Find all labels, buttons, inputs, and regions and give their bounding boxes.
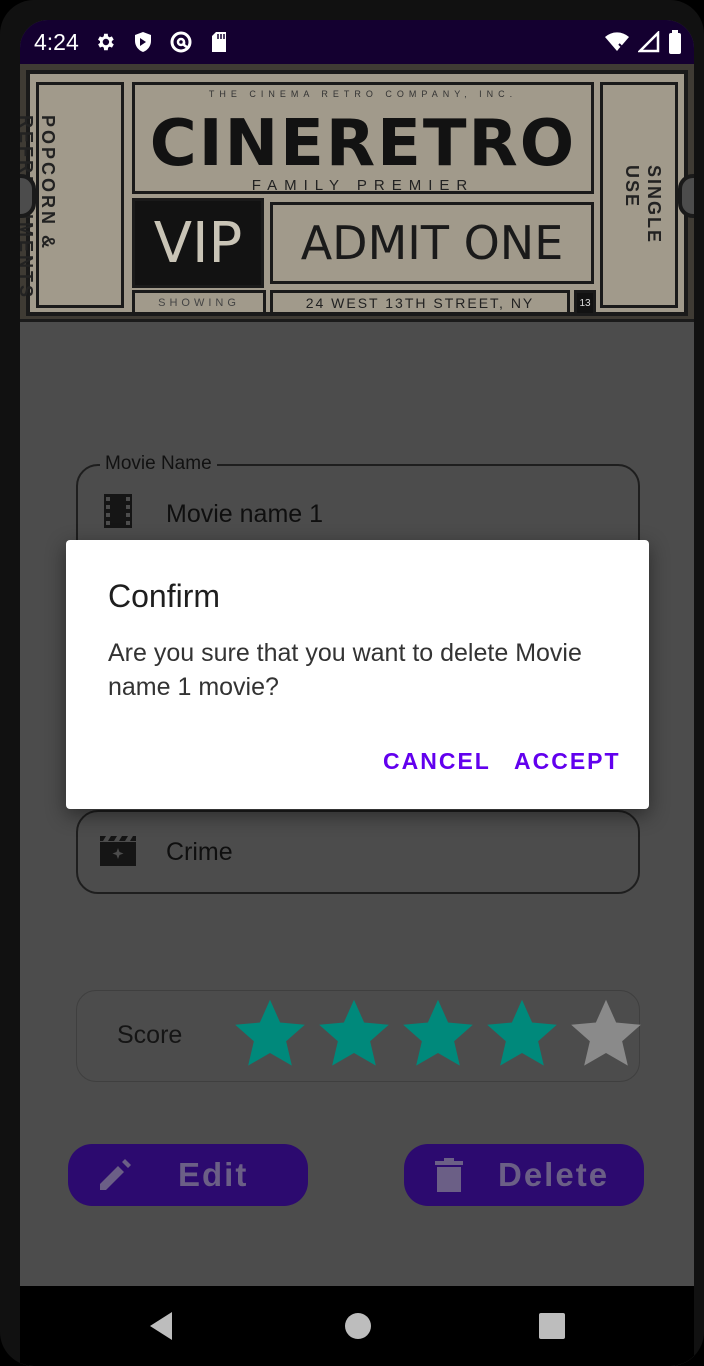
ticket-brand: THE CINEMA RETRO COMPANY, INC. CINERETRO… xyxy=(132,82,594,194)
pencil-icon xyxy=(98,1158,132,1192)
ticket-right-stub: SINGLE USE xyxy=(600,82,678,308)
score-label: Score xyxy=(117,1021,183,1049)
battery-icon xyxy=(668,30,682,59)
star-icon[interactable] xyxy=(315,995,393,1071)
ticket-right-text: SINGLE USE xyxy=(622,165,664,245)
ticket-admit: ADMIT ONE xyxy=(270,202,594,284)
home-icon[interactable] xyxy=(340,1308,376,1344)
star-icon[interactable] xyxy=(231,995,309,1071)
ticket-address: 24 WEST 13TH STREET, NY xyxy=(270,290,570,316)
star-icon[interactable] xyxy=(483,995,561,1071)
gear-icon xyxy=(93,30,117,54)
confirm-dialog: Confirm Are you sure that you want to de… xyxy=(66,540,649,809)
film-icon xyxy=(104,494,140,530)
signal-icon xyxy=(636,29,660,58)
ticket-left-stub: POPCORN & REFRESHMENTS xyxy=(20,82,124,308)
at-sign-icon xyxy=(169,30,193,54)
ticket-brand-name: CINERETRO xyxy=(149,107,577,181)
screen: 4:24 POPCORN & REFRESHM xyxy=(20,20,694,1366)
accept-button[interactable]: ACCEPT xyxy=(514,748,621,775)
score-card: Score xyxy=(76,990,641,1082)
shield-icon xyxy=(131,30,155,54)
movie-name-value[interactable]: Movie name 1 xyxy=(166,500,323,529)
ticket-number: 13 xyxy=(574,290,596,316)
delete-button-label: Delete xyxy=(498,1156,610,1193)
status-bar: 4:24 xyxy=(20,20,694,64)
edit-button[interactable]: Edit xyxy=(68,1144,308,1206)
navigation-bar xyxy=(20,1286,694,1366)
star-icon[interactable] xyxy=(399,995,477,1071)
ticket-body: POPCORN & REFRESHMENTS THE CINEMA RETRO … xyxy=(20,70,688,316)
score-rating-bar[interactable] xyxy=(231,995,645,1071)
ticket-notch-right xyxy=(678,174,694,218)
star-icon[interactable] xyxy=(567,995,645,1071)
cancel-button[interactable]: CANCEL xyxy=(383,748,491,775)
trash-icon xyxy=(434,1158,468,1192)
genre-field[interactable]: Crime xyxy=(76,810,640,894)
recents-icon[interactable] xyxy=(534,1308,570,1344)
wifi-off-icon xyxy=(604,31,630,58)
back-icon[interactable] xyxy=(144,1308,180,1344)
ticket-vip: VIP xyxy=(132,198,264,288)
ticket-showing: SHOWING xyxy=(132,290,266,316)
phone-frame: 4:24 POPCORN & REFRESHM xyxy=(0,0,704,1366)
edit-button-label: Edit xyxy=(178,1156,249,1193)
movie-clapper-icon xyxy=(100,836,136,872)
dialog-message: Are you sure that you want to delete Mov… xyxy=(108,639,582,701)
movie-name-label: Movie Name xyxy=(100,453,217,475)
ticket-company: THE CINEMA RETRO COMPANY, INC. xyxy=(208,89,518,99)
dialog-title: Confirm xyxy=(108,578,221,614)
header-banner-image: POPCORN & REFRESHMENTS THE CINEMA RETRO … xyxy=(20,64,694,322)
status-time: 4:24 xyxy=(34,28,79,55)
genre-value[interactable]: Crime xyxy=(166,838,233,867)
delete-button[interactable]: Delete xyxy=(404,1144,644,1206)
ticket-subtitle: FAMILY PREMIER xyxy=(251,177,475,194)
sd-card-icon xyxy=(207,30,231,54)
